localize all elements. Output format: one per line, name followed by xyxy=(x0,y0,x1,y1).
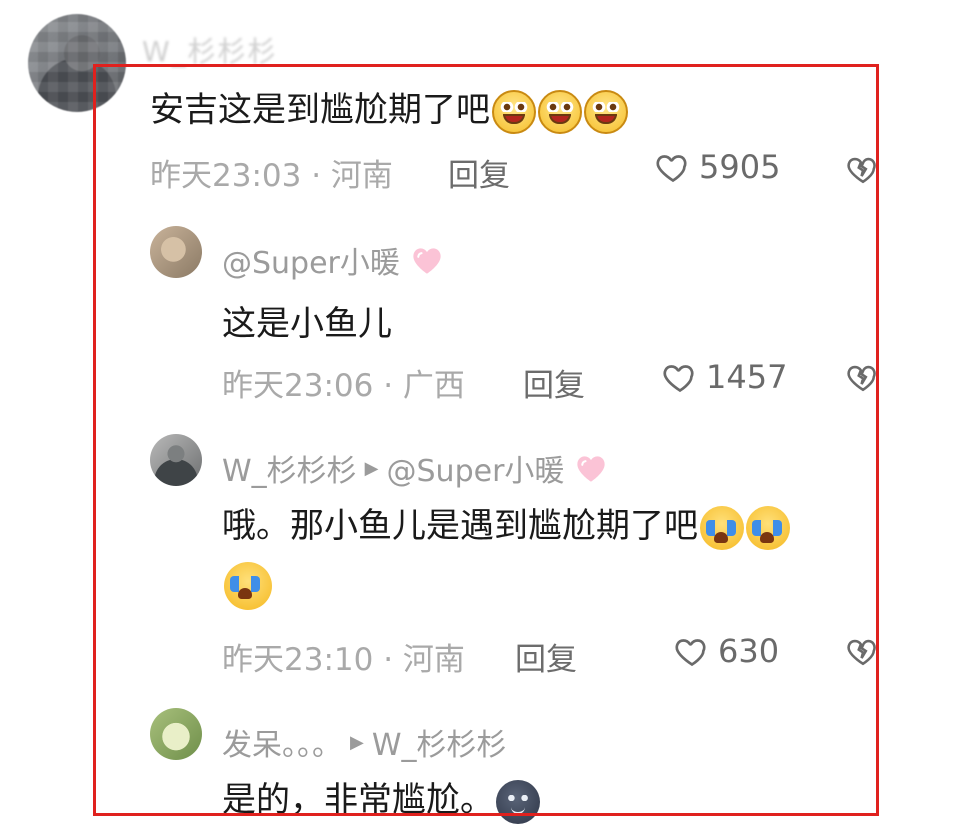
like-button[interactable]: 1457 xyxy=(662,358,787,396)
broken-heart-icon[interactable] xyxy=(846,152,880,186)
reply-text: 是的，非常尴尬。 xyxy=(222,772,540,824)
comment-text-content: 安吉这是到尴尬期了吧 xyxy=(150,90,490,130)
pink-heart-icon xyxy=(413,248,441,274)
crying-emoji-icon xyxy=(746,505,790,550)
username-text: W_杉杉杉 xyxy=(222,454,357,489)
reply-to-username: W_杉杉杉 xyxy=(371,728,507,763)
broken-heart-icon[interactable] xyxy=(846,360,880,394)
broken-heart-icon[interactable] xyxy=(846,634,880,668)
heart-icon xyxy=(663,365,694,393)
reply-button[interactable]: 回复 xyxy=(523,360,585,405)
reply-meta: 昨天23:10 · 河南 xyxy=(222,642,465,678)
grin-emoji-icon xyxy=(538,89,582,134)
reply-username[interactable]: 发呆。。。 ▶ W_杉杉杉 xyxy=(222,720,507,764)
grin-emoji-icon xyxy=(492,89,536,134)
grin-emoji-icon xyxy=(584,89,628,134)
comment-text: 安吉这是到尴尬期了吧 xyxy=(150,82,628,134)
heart-icon xyxy=(675,639,706,667)
avatar-fadai[interactable] xyxy=(150,708,202,760)
like-button[interactable]: 5905 xyxy=(655,148,780,186)
reply-text: 这是小鱼儿 xyxy=(222,304,392,344)
like-count: 1457 xyxy=(706,358,788,396)
moon-emoji-icon xyxy=(496,779,540,824)
triangle-right-icon: ▶ xyxy=(350,731,364,753)
like-button[interactable]: 630 xyxy=(674,632,779,670)
avatar-main-commenter[interactable] xyxy=(28,14,126,112)
reply-username[interactable]: @Super小暖 xyxy=(222,238,444,282)
reply-text-content: 是的，非常尴尬。 xyxy=(222,780,494,820)
triangle-right-icon: ▶ xyxy=(364,457,379,479)
reply-username[interactable]: W_杉杉杉 ▶ @Super小暖 xyxy=(222,446,608,490)
pink-heart-icon xyxy=(577,456,606,482)
reply-button[interactable]: 回复 xyxy=(515,634,577,679)
reply-meta: 昨天23:06 · 广西 xyxy=(222,368,465,404)
reply-button[interactable]: 回复 xyxy=(448,150,510,195)
reply-to-username: @Super小暖 xyxy=(386,454,565,489)
reply-text-wrap xyxy=(222,562,272,610)
comment-meta: 昨天23:03 · 河南 xyxy=(150,158,393,194)
blurred-username: W_杉杉杉 xyxy=(142,35,278,68)
comment-thread: W_杉杉杉 安吉这是到尴尬期了吧 昨天23:03 · 河南 回复 5905 @S… xyxy=(0,0,960,830)
like-count: 630 xyxy=(718,632,780,670)
avatar-super[interactable] xyxy=(150,226,202,278)
reply-text-content: 哦。那小鱼儿是遇到尴尬期了吧 xyxy=(222,506,698,546)
heart-icon xyxy=(656,155,687,183)
username-text: 发呆。。。 xyxy=(222,728,342,763)
reply-text: 哦。那小鱼儿是遇到尴尬期了吧 xyxy=(222,498,790,550)
crying-emoji-icon xyxy=(700,505,744,550)
avatar-w[interactable] xyxy=(150,434,202,486)
username-text: @Super小暖 xyxy=(222,246,400,281)
crying-emoji-icon xyxy=(224,562,272,610)
like-count: 5905 xyxy=(699,148,781,186)
